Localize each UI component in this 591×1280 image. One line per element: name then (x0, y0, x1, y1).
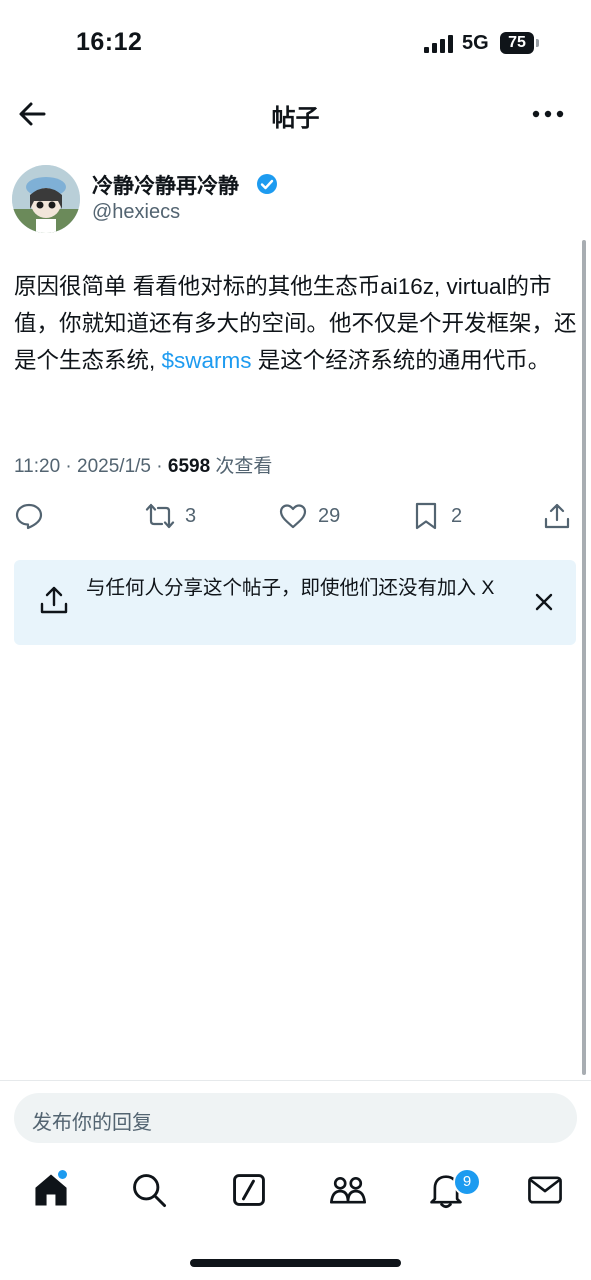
page-title: 帖子 (271, 105, 320, 132)
retweet-count: 3 (185, 504, 197, 527)
scrollbar[interactable] (582, 240, 586, 1075)
share-icon (544, 503, 570, 529)
share-button[interactable] (542, 498, 572, 534)
reply-icon (15, 503, 43, 530)
share-upload-icon (40, 586, 68, 614)
share-prompt-banner[interactable]: 与任何人分享这个帖子，即使他们还没有加入 X (14, 560, 576, 645)
share-prompt-text: 与任何人分享这个帖子，即使他们还没有加入 X (86, 577, 495, 599)
home-unread-dot (58, 1170, 67, 1179)
search-tab-icon[interactable] (129, 1170, 169, 1210)
grok-tab-icon[interactable] (229, 1170, 269, 1210)
reply-placeholder: 发布你的回复 (32, 1112, 152, 1134)
retweet-icon (145, 503, 175, 529)
like-button[interactable]: 29 (278, 498, 340, 534)
view-count[interactable]: 6598 (168, 456, 210, 477)
view-label: 次查看 (210, 456, 273, 477)
verified-badge-icon (257, 174, 277, 194)
more-options-icon[interactable] (530, 104, 566, 124)
retweet-button[interactable]: 3 (145, 498, 196, 534)
divider (0, 1080, 591, 1081)
signal-icon (424, 35, 453, 53)
post-timestamp: 11:20 · 2025/1/5 · (14, 456, 168, 477)
reply-button[interactable] (14, 498, 44, 534)
bookmark-button[interactable]: 2 (411, 498, 462, 534)
author-handle[interactable]: @hexiecs (92, 201, 180, 224)
post-text: 原因很简单 看看他对标的其他生态币ai16z, virtual的市值，你就知道还… (14, 268, 578, 379)
messages-tab-icon[interactable] (525, 1170, 565, 1210)
heart-icon (279, 504, 307, 529)
avatar[interactable] (12, 165, 80, 233)
network-type: 5G (462, 32, 489, 54)
like-count: 29 (318, 504, 341, 527)
reply-input[interactable]: 发布你的回复 (14, 1093, 577, 1143)
bookmark-icon (415, 502, 437, 530)
battery-icon: 75 (500, 32, 540, 54)
home-indicator (190, 1259, 401, 1267)
close-icon[interactable] (530, 588, 558, 616)
status-time: 16:12 (76, 28, 143, 56)
post-meta: 11:20 · 2025/1/5 · 6598 次查看 (14, 451, 272, 478)
battery-level: 75 (500, 32, 534, 54)
communities-tab-icon[interactable] (328, 1170, 368, 1210)
author-name[interactable]: 冷静冷静再冷静 (92, 170, 239, 200)
bookmark-count: 2 (451, 504, 463, 527)
cashtag-link[interactable]: $swarms (162, 348, 252, 373)
post-text-after: 是这个经济系统的通用代币。 (251, 348, 551, 373)
notification-badge: 9 (453, 1168, 481, 1196)
